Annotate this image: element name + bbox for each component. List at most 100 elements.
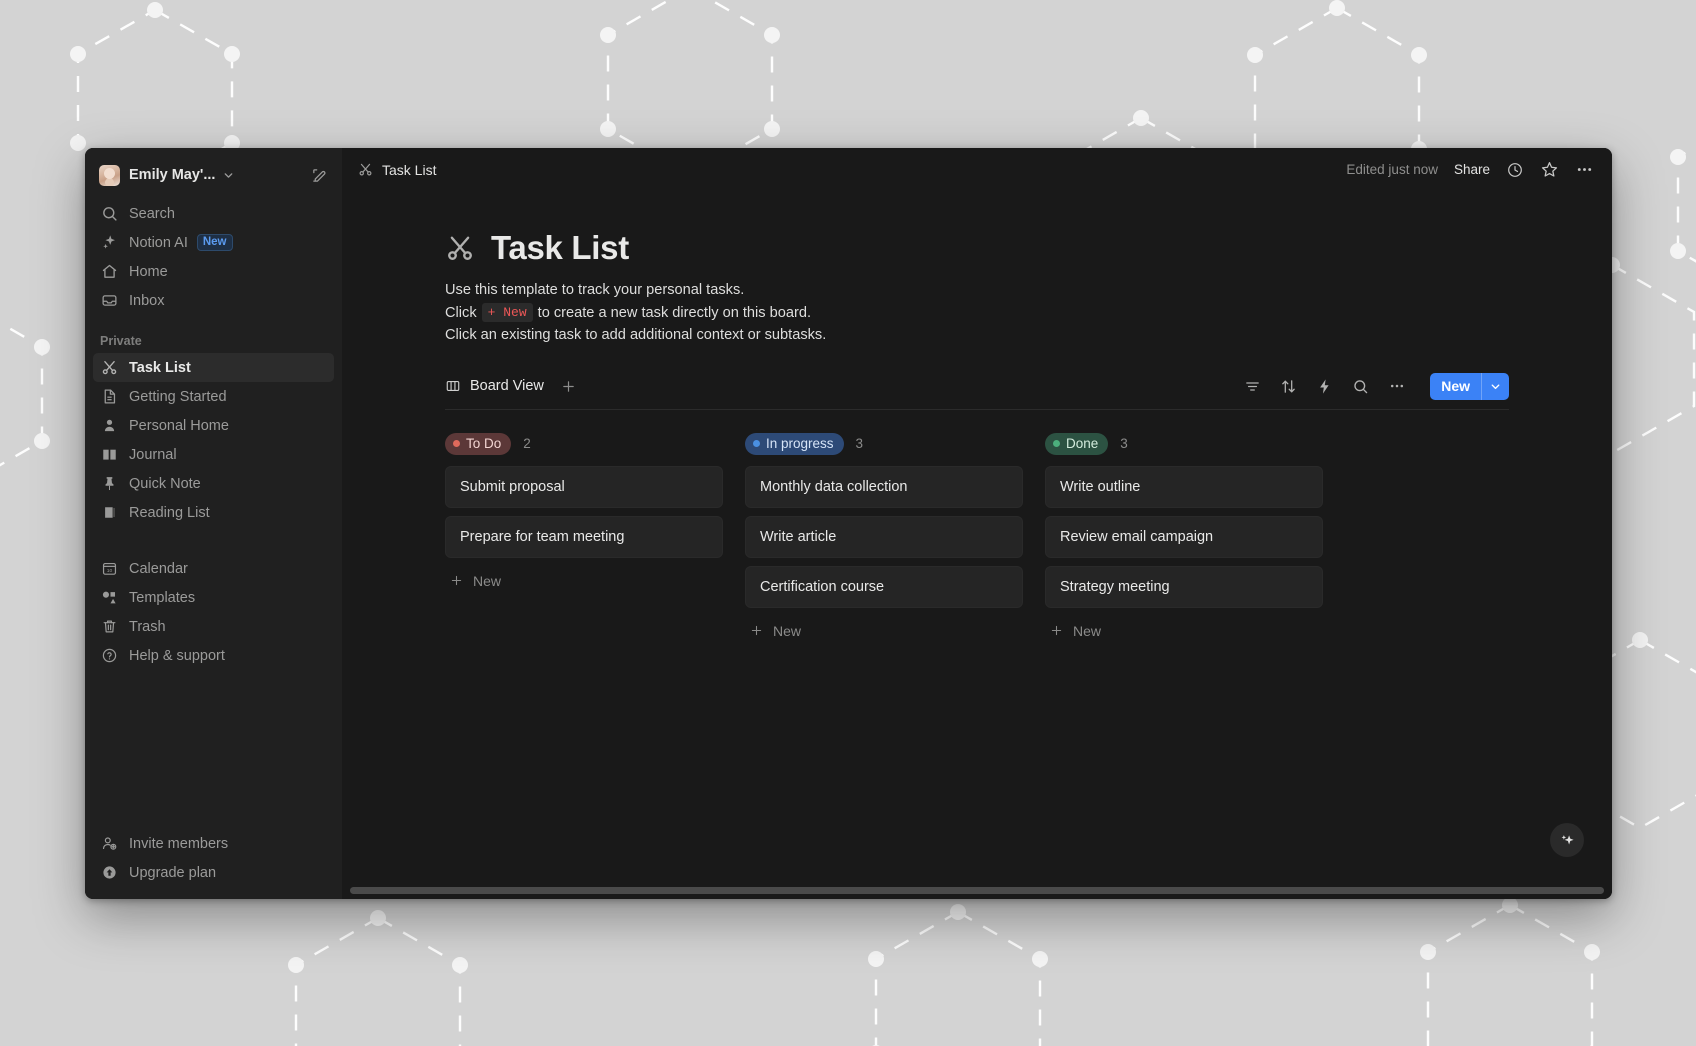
scissors-icon[interactable] xyxy=(445,233,475,263)
filter-icon[interactable] xyxy=(1244,378,1261,395)
new-button-label: New xyxy=(1441,377,1470,394)
upgrade-arrow-icon xyxy=(100,864,119,881)
lightning-icon[interactable] xyxy=(1316,378,1333,395)
sidebar-item-inbox[interactable]: Inbox xyxy=(93,286,334,315)
chevron-down-icon[interactable] xyxy=(1482,380,1509,393)
inline-code-new: + New xyxy=(481,303,533,323)
sidebar-item-label: Getting Started xyxy=(129,388,227,405)
sidebar-item-search[interactable]: Search xyxy=(93,199,334,228)
chevron-down-icon[interactable] xyxy=(222,169,235,182)
sidebar-item-label: Help & support xyxy=(129,647,225,664)
sidebar-item-label: Invite members xyxy=(129,835,229,852)
description-line-1: Use this template to track your personal… xyxy=(445,282,745,298)
bookmark-icon xyxy=(100,504,119,521)
column-count: 3 xyxy=(1120,436,1128,451)
svg-text:10: 10 xyxy=(107,568,113,574)
ellipsis-icon[interactable] xyxy=(1575,160,1594,179)
search-icon xyxy=(100,205,119,222)
star-icon[interactable] xyxy=(1540,160,1559,179)
ellipsis-icon[interactable] xyxy=(1388,377,1406,395)
sparkle-icon xyxy=(1558,831,1577,850)
home-icon xyxy=(100,263,119,280)
ai-assistant-button[interactable] xyxy=(1550,823,1584,857)
tab-label: Board View xyxy=(470,378,544,394)
sidebar-item-reading-list[interactable]: Reading List xyxy=(93,498,334,527)
plus-icon xyxy=(1049,623,1064,638)
sidebar-item-quick-note[interactable]: Quick Note xyxy=(93,469,334,498)
avatar xyxy=(99,164,120,186)
board-card[interactable]: Monthly data collection xyxy=(745,465,1023,508)
view-toolbar: Board View New xyxy=(445,372,1509,410)
page-header: Task List xyxy=(445,229,1612,267)
column-header: Done 3 xyxy=(1045,431,1323,457)
new-page-icon[interactable] xyxy=(311,167,328,184)
column-count: 3 xyxy=(855,436,864,451)
pin-icon xyxy=(100,475,119,492)
book-icon xyxy=(100,446,119,463)
status-dot xyxy=(753,440,760,447)
sidebar-item-journal[interactable]: Journal xyxy=(93,440,334,469)
sidebar-item-label: Trash xyxy=(129,618,166,635)
add-card-button[interactable]: New xyxy=(445,566,723,589)
board-card[interactable]: Write article xyxy=(745,515,1023,558)
workspace-switcher[interactable]: Emily May'... xyxy=(93,158,334,192)
sidebar-item-help-support[interactable]: Help & support xyxy=(93,641,334,670)
sidebar-item-label: Upgrade plan xyxy=(129,864,217,881)
sidebar-item-label: Quick Note xyxy=(129,475,201,492)
board-column-in-progress: In progress 3 Monthly data collection Wr… xyxy=(745,431,1023,639)
clock-icon[interactable] xyxy=(1506,161,1524,179)
page-title[interactable]: Task List xyxy=(491,229,629,267)
sidebar-utility-nav: 10 Calendar Templates Trash Help & suppo… xyxy=(85,554,342,670)
new-button[interactable]: New xyxy=(1430,372,1509,400)
status-badge[interactable]: Done xyxy=(1045,432,1109,455)
sidebar-item-personal-home[interactable]: Personal Home xyxy=(93,411,334,440)
add-card-button[interactable]: New xyxy=(1045,616,1323,639)
column-header: In progress 3 xyxy=(745,431,1023,457)
share-button[interactable]: Share xyxy=(1454,162,1490,177)
trash-icon xyxy=(100,618,119,635)
status-badge: New xyxy=(196,234,233,251)
sidebar-item-label: Home xyxy=(129,263,168,280)
board-card[interactable]: Strategy meeting xyxy=(1045,565,1323,608)
sidebar-bottom-nav: Invite members Upgrade plan xyxy=(85,829,342,899)
board-card[interactable]: Write outline xyxy=(1045,465,1323,508)
board-card[interactable]: Certification course xyxy=(745,565,1023,608)
sidebar-item-calendar[interactable]: 10 Calendar xyxy=(93,554,334,583)
sidebar-item-label: Task List xyxy=(129,359,191,376)
main-content: Task List Edited just now Share Task Lis… xyxy=(342,148,1612,899)
sidebar-item-getting-started[interactable]: Getting Started xyxy=(93,382,334,411)
board: To Do 2 Submit proposal Prepare for team… xyxy=(445,431,1612,639)
status-badge[interactable]: In progress xyxy=(745,432,844,455)
board-card[interactable]: Prepare for team meeting xyxy=(445,515,723,558)
sidebar-item-label: Journal xyxy=(129,446,177,463)
tab-board-view[interactable]: Board View xyxy=(445,378,544,394)
add-card-button[interactable]: New xyxy=(745,616,1023,639)
sidebar-item-task-list[interactable]: Task List xyxy=(93,353,334,382)
sidebar-item-home[interactable]: Home xyxy=(93,257,334,286)
sidebar-item-label: Calendar xyxy=(129,560,188,577)
document-icon xyxy=(100,388,119,405)
board-card[interactable]: Submit proposal xyxy=(445,465,723,508)
breadcrumb[interactable]: Task List xyxy=(358,162,436,178)
sidebar-item-trash[interactable]: Trash xyxy=(93,612,334,641)
notion-app-window: Emily May'... Search Notion AI New Home … xyxy=(85,148,1612,899)
sidebar-item-label: Templates xyxy=(129,589,196,606)
board-card[interactable]: Review email campaign xyxy=(1045,515,1323,558)
plus-icon[interactable] xyxy=(560,378,577,395)
search-icon[interactable] xyxy=(1352,378,1369,395)
add-person-icon xyxy=(100,835,119,852)
column-header: To Do 2 xyxy=(445,431,723,457)
view-tool-buttons: New xyxy=(1244,372,1509,400)
sort-icon[interactable] xyxy=(1280,378,1297,395)
sidebar-item-invite-members[interactable]: Invite members xyxy=(93,829,334,858)
horizontal-scrollbar[interactable] xyxy=(350,887,1604,894)
sidebar-item-notion-ai[interactable]: Notion AI New xyxy=(93,228,334,257)
status-dot xyxy=(453,440,460,447)
edited-status: Edited just now xyxy=(1346,162,1438,177)
sidebar-item-upgrade-plan[interactable]: Upgrade plan xyxy=(93,858,334,887)
desktop: Emily May'... Search Notion AI New Home … xyxy=(0,0,1696,1046)
status-label: To Do xyxy=(466,436,502,451)
sidebar-item-label: Personal Home xyxy=(129,417,229,434)
sidebar-item-templates[interactable]: Templates xyxy=(93,583,334,612)
status-badge[interactable]: To Do xyxy=(445,432,512,455)
